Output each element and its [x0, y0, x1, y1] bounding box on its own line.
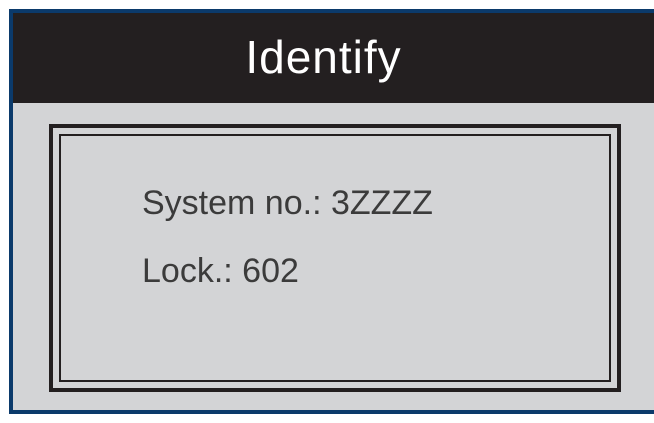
title-bar: Identify — [13, 13, 654, 103]
system-number-row: System no.: 3ZZZZ — [142, 184, 433, 223]
lock-label: Lock.: — [142, 252, 233, 290]
device-screen: Identify System no.: 3ZZZZ Lock.: 602 — [9, 9, 654, 414]
lock-value: 602 — [242, 252, 299, 290]
info-panel-inner-border: System no.: 3ZZZZ Lock.: 602 — [59, 134, 611, 382]
page-title: Identify — [245, 31, 402, 83]
info-panel: System no.: 3ZZZZ Lock.: 602 — [49, 124, 621, 392]
system-number-value: 3ZZZZ — [330, 184, 433, 222]
system-number-label: System no.: — [142, 184, 322, 222]
lock-row: Lock.: 602 — [142, 252, 299, 291]
